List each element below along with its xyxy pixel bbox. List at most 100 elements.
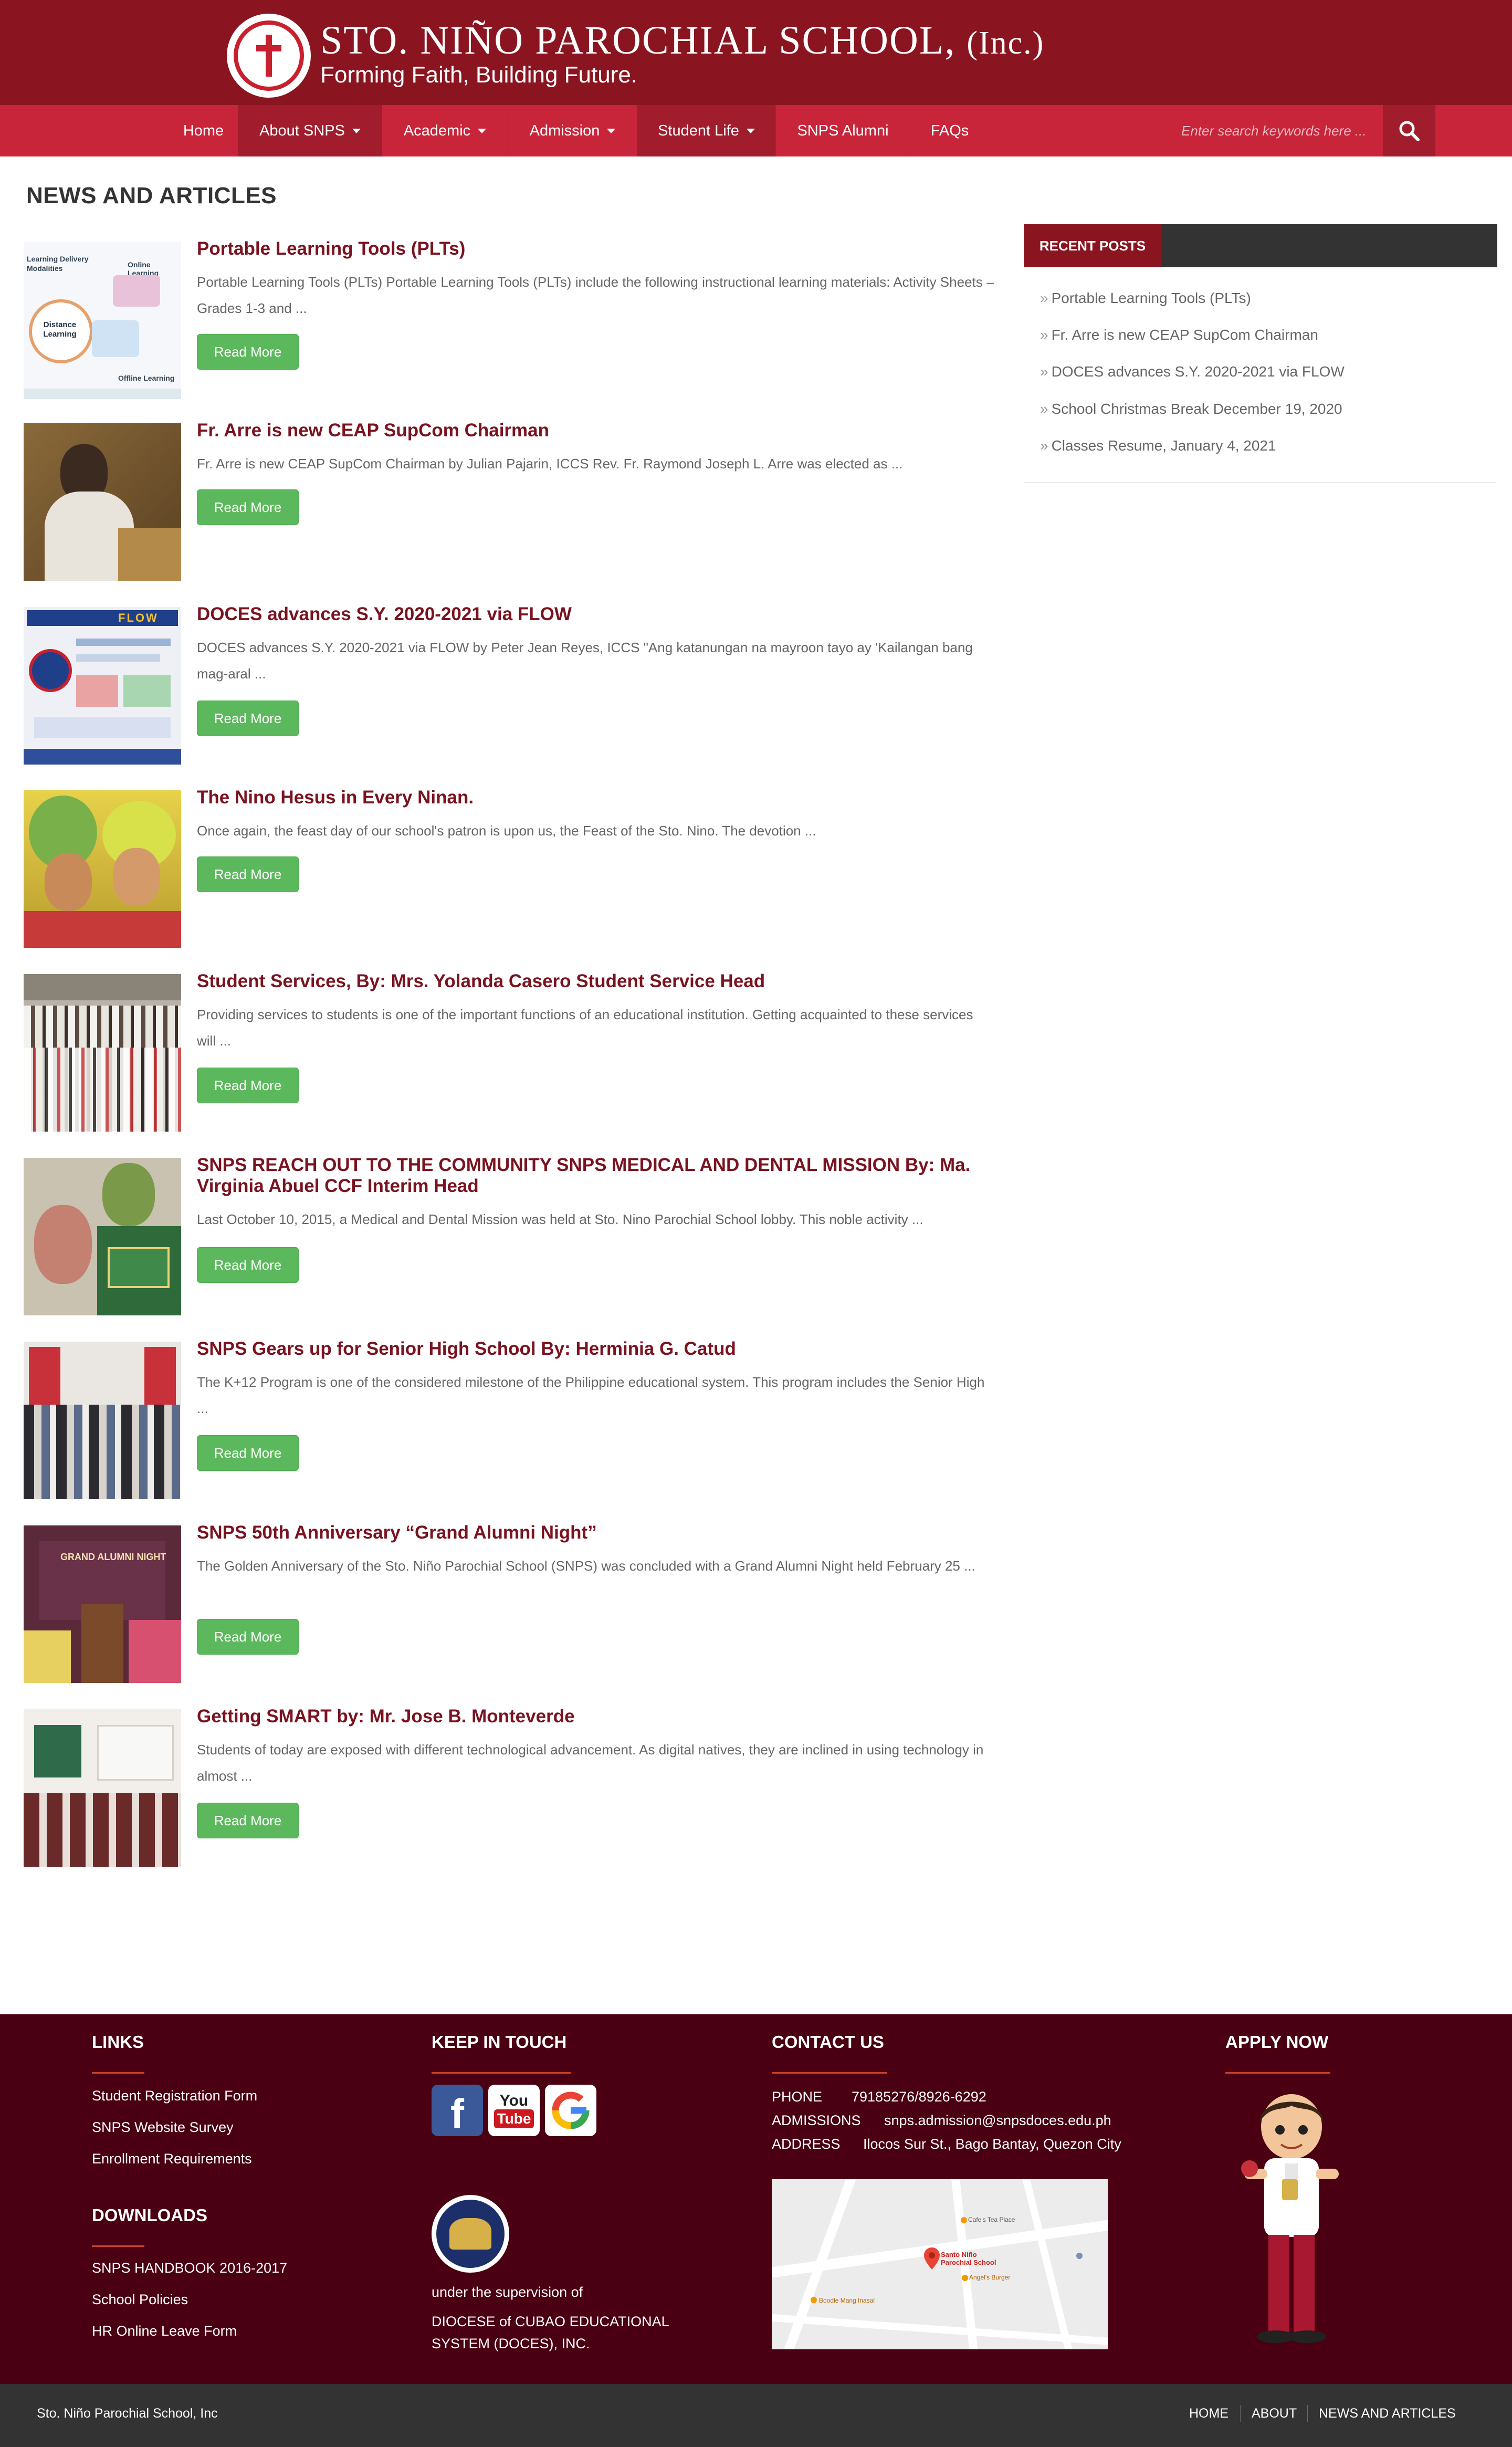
article-thumbnail[interactable] — [24, 1709, 181, 1867]
download-leave-form-link[interactable]: HR Online Leave Form — [92, 2323, 237, 2339]
read-more-button[interactable]: Read More — [197, 1803, 299, 1838]
article-thumbnail[interactable]: FLOW — [24, 607, 181, 765]
google-icon[interactable] — [545, 2085, 596, 2136]
article-thumbnail[interactable] — [24, 423, 181, 581]
article-title[interactable]: SNPS 50th Anniversary “Grand Alumni Nigh… — [197, 1522, 995, 1543]
caret-down-icon — [478, 128, 487, 133]
site-header: STO. NIÑO PAROCHIAL SCHOOL, (Inc.) Formi… — [0, 0, 1512, 105]
article-thumbnail[interactable]: Learning Delivery Modalities Online Learn… — [24, 242, 181, 399]
article-excerpt: DOCES advances S.Y. 2020-2021 via FLOW b… — [197, 640, 973, 682]
caret-down-icon — [607, 128, 616, 133]
caret-down-icon — [352, 128, 361, 133]
copyright-bar: Sto. Niño Parochial School, Inc HOME ABO… — [0, 2384, 1512, 2447]
article-excerpt: Last October 10, 2015, a Medical and Den… — [197, 1211, 923, 1227]
article-thumbnail[interactable] — [24, 974, 181, 1132]
article-thumbnail[interactable]: GRAND ALUMNI NIGHT — [24, 1525, 181, 1683]
school-seal-logo[interactable] — [227, 14, 311, 98]
article-excerpt: The Golden Anniversary of the Sto. Niño … — [197, 1558, 975, 1574]
double-chevron-icon: » — [1040, 437, 1048, 454]
double-chevron-icon: » — [1040, 327, 1048, 343]
article-title[interactable]: Student Services, By: Mrs. Yolanda Caser… — [197, 971, 995, 992]
doces-seal-logo[interactable] — [432, 2195, 509, 2273]
bottom-link-home[interactable]: HOME — [1189, 2406, 1228, 2421]
phone-label: PHONE — [772, 2089, 823, 2105]
recent-post-link[interactable]: » DOCES advances S.Y. 2020-2021 via FLOW — [1040, 363, 1345, 380]
bottom-link-news[interactable]: NEWS AND ARTICLES — [1319, 2406, 1456, 2421]
recent-post-link[interactable]: » Classes Resume, January 4, 2021 — [1040, 437, 1276, 454]
student-mascot-image[interactable] — [1223, 2090, 1360, 2352]
nav-faqs[interactable]: FAQs — [910, 105, 989, 156]
article-item: The Nino Hesus in Every Ninan. Once agai… — [24, 787, 984, 948]
admissions-label: ADMISSIONS — [772, 2113, 861, 2128]
copyright-text: Sto. Niño Parochial School, Inc — [37, 2406, 218, 2421]
article-title[interactable]: Portable Learning Tools (PLTs) — [197, 238, 995, 259]
facebook-icon[interactable]: f — [432, 2085, 483, 2137]
read-more-button[interactable]: Read More — [197, 1435, 299, 1471]
page-title: NEWS AND ARTICLES — [26, 183, 277, 208]
recent-posts-widget: RECENT POSTS » Portable Learning Tools (P… — [1024, 224, 1497, 483]
nav-about-snps[interactable]: About SNPS — [238, 105, 382, 156]
search-icon — [1399, 121, 1420, 141]
footer-links-title: LINKS — [92, 2032, 144, 2052]
admissions-email[interactable]: snps.admission@snpsdoces.edu.ph — [884, 2109, 1111, 2131]
article-item: SNPS REACH OUT TO THE COMMUNITY SNPS MED… — [24, 1155, 984, 1315]
article-item: Getting SMART by: Mr. Jose B. Monteverde… — [24, 1706, 984, 1867]
article-title[interactable]: Fr. Arre is new CEAP SupCom Chairman — [197, 420, 995, 441]
divider — [772, 2072, 887, 2074]
article-title[interactable]: The Nino Hesus in Every Ninan. — [197, 787, 995, 808]
divider — [432, 2072, 571, 2074]
search-button[interactable] — [1383, 105, 1435, 156]
phone-value: 79185276/8926-6292 — [852, 2089, 986, 2105]
address-value: Ilocos Sur St., Bago Bantay, Quezon City — [863, 2136, 1121, 2152]
nav-snps-alumni[interactable]: SNPS Alumni — [776, 105, 910, 156]
footer-link-registration[interactable]: Student Registration Form — [92, 2088, 257, 2104]
article-item: GRAND ALUMNI NIGHT SNPS 50th Anniversary… — [24, 1522, 984, 1683]
double-chevron-icon: » — [1040, 401, 1048, 417]
footer-link-enrollment[interactable]: Enrollment Requirements — [92, 2151, 252, 2167]
double-chevron-icon: » — [1040, 290, 1048, 306]
article-item: Fr. Arre is new CEAP SupCom Chairman Fr.… — [24, 420, 984, 581]
read-more-button[interactable]: Read More — [197, 489, 299, 525]
bottom-link-about[interactable]: ABOUT — [1252, 2406, 1297, 2421]
youtube-icon[interactable]: You Tube — [488, 2085, 540, 2136]
article-excerpt: Once again, the feast day of our school'… — [197, 823, 816, 839]
supervision-text: under the supervision of — [432, 2284, 583, 2300]
footer-keep-in-touch-title: KEEP IN TOUCH — [432, 2032, 567, 2052]
article-title[interactable]: SNPS REACH OUT TO THE COMMUNITY SNPS MED… — [197, 1155, 995, 1197]
school-name[interactable]: STO. NIÑO PAROCHIAL SCHOOL, (Inc.) — [320, 18, 1044, 64]
article-thumbnail[interactable] — [24, 1342, 181, 1499]
nav-admission[interactable]: Admission — [508, 105, 637, 156]
recent-posts-title: RECENT POSTS — [1024, 224, 1161, 267]
recent-post-link[interactable]: » School Christmas Break December 19, 202… — [1040, 401, 1342, 417]
search-input[interactable] — [1171, 105, 1381, 156]
doces-name: DIOCESE of CUBAO EDUCATIONAL SYSTEM (DOC… — [432, 2314, 669, 2351]
article-excerpt: Portable Learning Tools (PLTs) Portable … — [197, 274, 994, 316]
caret-down-icon — [746, 128, 755, 133]
download-handbook-link[interactable]: SNPS HANDBOOK 2016-2017 — [92, 2260, 287, 2276]
article-item: SNPS Gears up for Senior High School By:… — [24, 1338, 984, 1499]
article-thumbnail[interactable] — [24, 790, 181, 948]
recent-post-link[interactable]: » Portable Learning Tools (PLTs) — [1040, 290, 1251, 307]
nav-student-life[interactable]: Student Life — [637, 105, 776, 156]
download-policies-link[interactable]: School Policies — [92, 2292, 188, 2308]
footer-link-survey[interactable]: SNPS Website Survey — [92, 2119, 234, 2136]
read-more-button[interactable]: Read More — [197, 856, 299, 892]
divider — [92, 2245, 144, 2247]
article-title[interactable]: Getting SMART by: Mr. Jose B. Monteverde — [197, 1706, 995, 1727]
read-more-button[interactable]: Read More — [197, 1619, 299, 1655]
article-item: Student Services, By: Mrs. Yolanda Caser… — [24, 971, 984, 1132]
read-more-button[interactable]: Read More — [197, 1247, 299, 1283]
location-map[interactable]: Santo Niño Parochial School Cafe's Tea P… — [772, 2179, 1108, 2349]
recent-post-link[interactable]: » Fr. Arre is new CEAP SupCom Chairman — [1040, 327, 1318, 343]
article-title[interactable]: SNPS Gears up for Senior High School By:… — [197, 1338, 995, 1360]
map-pin-icon — [924, 2247, 940, 2272]
nav-academic[interactable]: Academic — [382, 105, 508, 156]
read-more-button[interactable]: Read More — [197, 1068, 299, 1103]
nav-home[interactable]: Home — [169, 105, 238, 156]
read-more-button[interactable]: Read More — [197, 334, 299, 370]
article-excerpt: Providing services to students is one of… — [197, 1007, 973, 1049]
article-title[interactable]: DOCES advances S.Y. 2020-2021 via FLOW — [197, 604, 995, 625]
read-more-button[interactable]: Read More — [197, 700, 299, 736]
article-thumbnail[interactable] — [24, 1158, 181, 1315]
article-item: Learning Delivery Modalities Online Learn… — [24, 238, 994, 399]
